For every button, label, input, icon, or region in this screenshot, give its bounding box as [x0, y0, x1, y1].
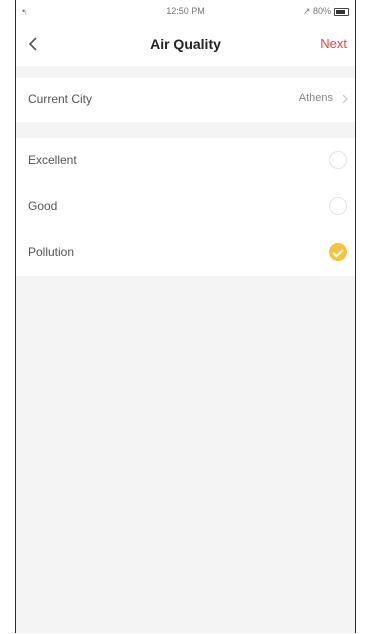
option-label: Excellent [28, 153, 77, 167]
option-pollution[interactable]: Pollution [16, 230, 355, 276]
current-city-value: Athens [298, 92, 333, 104]
current-city-label: Current City [28, 92, 93, 106]
option-good[interactable]: Good [16, 184, 355, 230]
next-button[interactable]: Next [320, 36, 347, 51]
option-label: Pollution [28, 245, 75, 259]
battery-text: ↗ 80% [302, 6, 331, 16]
battery-icon [334, 7, 349, 16]
battery-status: ↗ 80% [303, 6, 349, 17]
navigation-bar: Air Quality Next [16, 22, 355, 66]
page-title: Air Quality [150, 36, 221, 52]
chevron-right-icon [342, 94, 348, 104]
option-label: Good [28, 199, 58, 213]
option-excellent[interactable]: Excellent [16, 138, 355, 184]
status-bar: •ᵢ 12:50 PM ↗ 80% [16, 0, 355, 22]
air-quality-options: Excellent Good Pollution [16, 138, 355, 276]
current-city-row[interactable]: Current City Athens [16, 78, 355, 122]
radio-unselected[interactable] [329, 151, 347, 169]
phone-screen: •ᵢ 12:50 PM ↗ 80% Air Quality Next Curre… [15, 0, 356, 633]
radio-unselected[interactable] [329, 197, 347, 215]
radio-selected-check-icon[interactable] [329, 243, 347, 261]
